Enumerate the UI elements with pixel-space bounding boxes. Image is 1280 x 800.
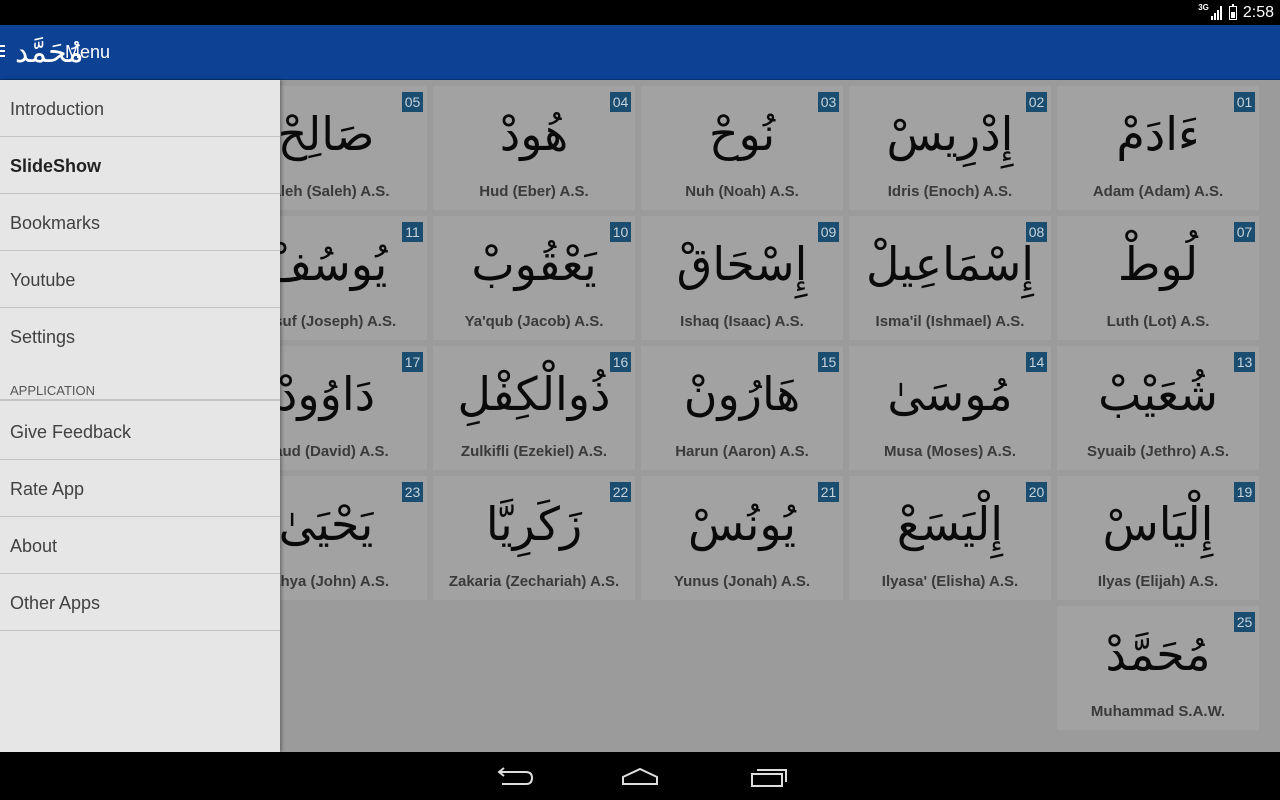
prophet-latin-name: Luth (Lot) A.S. xyxy=(1106,313,1210,330)
drawer-item-youtube[interactable]: Youtube xyxy=(0,251,280,308)
drawer-item-other-apps[interactable]: Other Apps xyxy=(0,574,280,631)
prophet-arabic-name: يُونُسْ xyxy=(687,497,796,551)
navigation-drawer: Introduction SlideShow Bookmarks Youtube… xyxy=(0,80,280,752)
drawer-item-label: Other Apps xyxy=(10,593,101,613)
prophet-arabic-name: هَارُونْ xyxy=(683,367,801,421)
prophet-latin-name: Yunus (Jonah) A.S. xyxy=(673,573,811,590)
system-navigation-bar xyxy=(0,752,1280,800)
prophet-arabic-name: مُحَمَّدْ xyxy=(1105,627,1211,681)
prophet-card[interactable]: 10 يَعْقُوبْ Ya'qub (Jacob) A.S. xyxy=(433,216,635,340)
prophet-latin-name: Musa (Moses) A.S. xyxy=(884,443,1016,460)
prophet-arabic-name: لُوطْ xyxy=(1117,237,1199,291)
prophet-latin-name: Ya'qub (Jacob) A.S. xyxy=(464,313,604,330)
prophet-arabic-name: يَعْقُوبْ xyxy=(471,237,597,291)
prophet-arabic-name: زَكَرِيَّا xyxy=(485,497,583,551)
prophet-card[interactable]: 02 إِدْرِيسْ Idris (Enoch) A.S. xyxy=(849,86,1051,210)
prophet-latin-name: Muhammad S.A.W. xyxy=(1090,703,1226,720)
hamburger-icon[interactable] xyxy=(0,45,6,59)
prophet-card[interactable]: 09 إِسْحَاقْ Ishaq (Isaac) A.S. xyxy=(641,216,843,340)
drawer-section-header: APPLICATION xyxy=(0,380,280,401)
drawer-item-label: Introduction xyxy=(10,99,105,119)
app-bar-title[interactable]: Menu xyxy=(65,42,110,63)
drawer-item-about[interactable]: About xyxy=(0,517,280,574)
prophet-card[interactable]: 20 إِلْيَسَعْ Ilyasa' (Elisha) A.S. xyxy=(849,476,1051,600)
prophet-latin-name: Adam (Adam) A.S. xyxy=(1092,183,1224,200)
prophet-arabic-name: إِلْيَاسْ xyxy=(1102,497,1214,551)
home-icon[interactable] xyxy=(615,760,665,792)
prophet-card[interactable]: 01 ءَادَمْ Adam (Adam) A.S. xyxy=(1057,86,1259,210)
prophet-arabic-name: شُعَيْبْ xyxy=(1098,367,1218,421)
prophet-arabic-name: إِسْمَاعِيلْ xyxy=(865,237,1035,291)
prophet-card[interactable]: 21 يُونُسْ Yunus (Jonah) A.S. xyxy=(641,476,843,600)
prophet-card[interactable]: 15 هَارُونْ Harun (Aaron) A.S. xyxy=(641,346,843,470)
prophet-card[interactable]: 04 هُودْ Hud (Eber) A.S. xyxy=(433,86,635,210)
prophet-arabic-name: إِلْيَسَعْ xyxy=(896,497,1004,551)
drawer-item-bookmarks[interactable]: Bookmarks xyxy=(0,194,280,251)
prophet-latin-name: Zakaria (Zechariah) A.S. xyxy=(448,573,620,590)
drawer-item-label: Settings xyxy=(10,327,76,347)
prophet-arabic-name: إِدْرِيسْ xyxy=(886,107,1014,161)
network-type-label: 3G xyxy=(1198,3,1209,12)
prophet-latin-name: Ilyas (Elijah) A.S. xyxy=(1097,573,1219,590)
drawer-item-label: About xyxy=(10,536,58,556)
prophet-arabic-name: ذُوالْكِفْلِ xyxy=(457,367,611,421)
status-icons: 3G 2:58 xyxy=(1198,3,1274,22)
prophet-arabic-name: ءَادَمْ xyxy=(1116,107,1200,161)
prophet-latin-name: Isma'il (Ishmael) A.S. xyxy=(875,313,1025,330)
drawer-item-rate-app[interactable]: Rate App xyxy=(0,460,280,517)
prophet-arabic-name: إِسْحَاقْ xyxy=(676,237,808,291)
section-header-label: APPLICATION xyxy=(10,383,96,398)
drawer-item-label: Rate App xyxy=(10,479,85,499)
prophet-arabic-name: مُوسَىٰ xyxy=(887,367,1013,421)
drawer-item-label: Bookmarks xyxy=(10,213,101,233)
prophet-card[interactable]: 25 مُحَمَّدْ Muhammad S.A.W. xyxy=(1057,606,1259,730)
prophet-latin-name: Zulkifli (Ezekiel) A.S. xyxy=(460,443,608,460)
back-icon[interactable] xyxy=(488,760,538,792)
recent-apps-icon[interactable] xyxy=(744,760,794,792)
drawer-item-introduction[interactable]: Introduction xyxy=(0,80,280,137)
prophet-latin-name: Syuaib (Jethro) A.S. xyxy=(1087,443,1229,460)
drawer-item-settings[interactable]: Settings xyxy=(0,308,280,365)
prophet-arabic-name: نُوحْ xyxy=(708,107,776,161)
app-logo-calligraphy-icon[interactable]: مُحَمَّد xyxy=(15,33,84,73)
status-bar: 3G 2:58 xyxy=(0,0,1280,25)
app-bar: مُحَمَّد Menu xyxy=(0,25,1280,80)
drawer-item-label: SlideShow xyxy=(10,156,102,176)
battery-icon xyxy=(1228,3,1237,20)
drawer-item-slideshow[interactable]: SlideShow xyxy=(0,137,280,194)
prophet-latin-name: Harun (Aaron) A.S. xyxy=(675,443,809,460)
prophet-card[interactable]: 16 ذُوالْكِفْلِ Zulkifli (Ezekiel) A.S. xyxy=(433,346,635,470)
prophet-latin-name: Ilyasa' (Elisha) A.S. xyxy=(881,573,1019,590)
prophet-latin-name: Ishaq (Isaac) A.S. xyxy=(680,313,804,330)
prophet-card[interactable]: 19 إِلْيَاسْ Ilyas (Elijah) A.S. xyxy=(1057,476,1259,600)
prophet-card[interactable]: 13 شُعَيْبْ Syuaib (Jethro) A.S. xyxy=(1057,346,1259,470)
signal-icon xyxy=(1210,5,1223,20)
prophet-card[interactable]: 14 مُوسَىٰ Musa (Moses) A.S. xyxy=(849,346,1051,470)
prophet-card[interactable]: 03 نُوحْ Nuh (Noah) A.S. xyxy=(641,86,843,210)
prophet-latin-name: Hud (Eber) A.S. xyxy=(479,183,589,200)
prophet-latin-name: Nuh (Noah) A.S. xyxy=(685,183,799,200)
prophet-latin-name: Idris (Enoch) A.S. xyxy=(887,183,1013,200)
drawer-item-give-feedback[interactable]: Give Feedback xyxy=(0,403,280,460)
prophet-card[interactable]: 22 زَكَرِيَّا Zakaria (Zechariah) A.S. xyxy=(433,476,635,600)
prophet-arabic-name: هُودْ xyxy=(499,107,569,161)
clock: 2:58 xyxy=(1242,3,1274,21)
drawer-item-label: Give Feedback xyxy=(10,422,132,442)
prophet-card[interactable]: 07 لُوطْ Luth (Lot) A.S. xyxy=(1057,216,1259,340)
drawer-item-label: Youtube xyxy=(10,270,76,290)
prophet-card[interactable]: 08 إِسْمَاعِيلْ Isma'il (Ishmael) A.S. xyxy=(849,216,1051,340)
